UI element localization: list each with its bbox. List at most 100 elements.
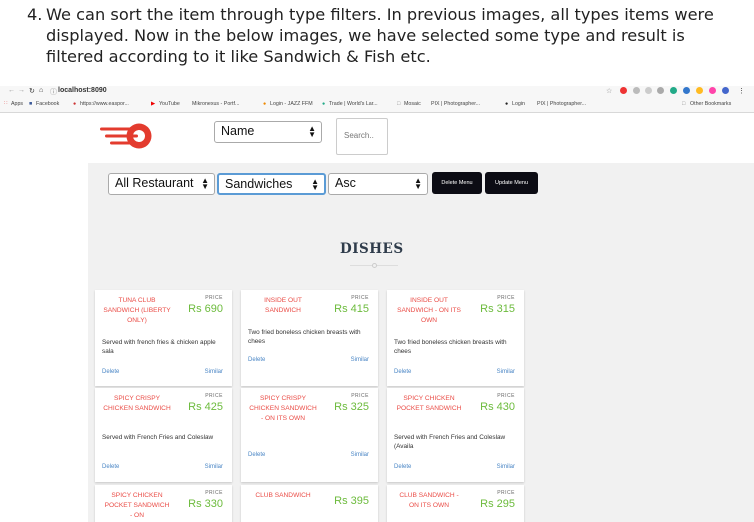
info-icon: ⓘ: [50, 89, 57, 96]
extension-icon[interactable]: [633, 87, 640, 94]
bookmark-item[interactable]: https://www.easpor...: [80, 101, 129, 107]
dish-price: Rs 395: [334, 495, 369, 507]
extension-icon[interactable]: [709, 87, 716, 94]
opera-icon[interactable]: [620, 87, 627, 94]
dish-name: SPICY CRISPY CHICKEN SANDWICH: [103, 395, 171, 412]
search-placeholder: Search..: [344, 131, 374, 140]
type-value: Sandwiches: [225, 177, 293, 191]
reload-icon[interactable]: ↻: [29, 87, 35, 95]
similar-link[interactable]: Similar: [497, 464, 515, 470]
dish-description: Served with French Fries and Coleslaw: [102, 434, 214, 441]
dish-name: CLUB SANDWICH: [255, 492, 311, 499]
dish-price: Rs 425: [188, 401, 223, 413]
update-menu-button[interactable]: Update Menu: [485, 172, 538, 194]
delete-link[interactable]: Delete: [102, 369, 119, 375]
extension-icon[interactable]: [722, 87, 729, 94]
page-icon: □: [397, 101, 401, 107]
price-label: PRICE: [351, 295, 369, 301]
dish-card: CLUB SANDWICH Rs 395: [241, 485, 378, 522]
extension-icon[interactable]: [645, 87, 652, 94]
sort-field-value: Name: [221, 124, 255, 138]
bookmark-item[interactable]: Login - JAZZ FFM: [270, 101, 313, 107]
dish-price: Rs 415: [334, 303, 369, 315]
logo-icon: [100, 123, 152, 149]
delete-link[interactable]: Delete: [102, 464, 119, 470]
dish-name: SPICY CHICKEN POCKET SANDWICH - ON: [104, 492, 170, 519]
star-icon[interactable]: ☆: [606, 87, 612, 95]
bookmark-item[interactable]: PIX | Photographer...: [431, 101, 480, 107]
extension-icon[interactable]: [683, 87, 690, 94]
top-bar: Name ▲ ▼ Search..: [88, 113, 754, 163]
bookmark-item[interactable]: Apps: [11, 101, 23, 107]
caption-text: We can sort the item through type filter…: [46, 5, 714, 66]
order-select[interactable]: Asc ▲ ▼: [328, 173, 428, 195]
select-arrows-icon: ▲ ▼: [414, 176, 422, 191]
site-icon: ●: [263, 101, 267, 107]
browser-chrome: ← → ↻ ⌂ ⓘ localhost:8090 ☆ ⋮ ∷ Apps ■ Fa…: [0, 86, 754, 113]
bookmark-item[interactable]: PIX | Photographer...: [537, 101, 586, 107]
delete-link[interactable]: Delete: [248, 357, 265, 363]
back-icon[interactable]: ←: [8, 87, 15, 94]
price-label: PRICE: [497, 393, 515, 399]
dish-card: CLUB SANDWICH - ON ITS OWN PRICE Rs 295: [387, 485, 524, 522]
dish-price: Rs 430: [480, 401, 515, 413]
delete-link[interactable]: Delete: [248, 452, 265, 458]
price-label: PRICE: [351, 393, 369, 399]
type-select[interactable]: Sandwiches ▲ ▼: [217, 173, 326, 195]
caption: 4. We can sort the item through type fil…: [27, 4, 742, 67]
sort-field-select[interactable]: Name ▲ ▼: [214, 121, 322, 143]
delete-menu-button[interactable]: Delete Menu: [432, 172, 482, 194]
dish-name: TUNA CLUB SANDWICH (LIBERTY ONLY): [103, 297, 171, 324]
order-value: Asc: [335, 176, 356, 190]
home-icon[interactable]: ⌂: [39, 87, 43, 94]
youtube-icon: ▶: [151, 101, 156, 107]
dish-description: Two fried boneless chicken breasts with …: [394, 339, 507, 355]
dish-price: Rs 295: [480, 498, 515, 510]
restaurant-select[interactable]: All Restaurant ▲ ▼: [108, 173, 215, 195]
apps-icon: ∷: [4, 101, 8, 107]
bookmark-item[interactable]: Facebook: [36, 101, 59, 107]
select-arrows-icon: ▲ ▼: [311, 177, 319, 192]
dish-card: SPICY CHICKEN POCKET SANDWICH PRICE Rs 4…: [387, 388, 524, 482]
menu-icon[interactable]: ⋮: [738, 87, 745, 95]
forward-icon[interactable]: →: [18, 87, 25, 94]
bookmark-item[interactable]: Mikronexus - Portf...: [192, 101, 239, 107]
extension-icon[interactable]: [696, 87, 703, 94]
similar-link[interactable]: Similar: [205, 464, 223, 470]
dish-price: Rs 690: [188, 303, 223, 315]
delete-link[interactable]: Delete: [394, 369, 411, 375]
similar-link[interactable]: Similar: [351, 357, 369, 363]
select-arrows-icon: ▲ ▼: [201, 176, 209, 191]
dish-card: SPICY CHICKEN POCKET SANDWICH - ON PRICE…: [95, 485, 232, 522]
dish-price: Rs 330: [188, 498, 223, 510]
price-label: PRICE: [497, 490, 515, 496]
delete-link[interactable]: Delete: [394, 464, 411, 470]
similar-link[interactable]: Similar: [351, 452, 369, 458]
restaurant-value: All Restaurant: [115, 176, 194, 190]
select-arrows-icon: ▲ ▼: [308, 124, 316, 139]
dish-description: Served with French Fries and Coleslaw (A…: [394, 434, 506, 450]
dish-card: TUNA CLUB SANDWICH (LIBERTY ONLY) PRICE …: [95, 290, 232, 386]
dish-name: SPICY CRISPY CHICKEN SANDWICH - ON ITS O…: [249, 395, 317, 422]
price-label: PRICE: [205, 490, 223, 496]
section-title: DISHES: [340, 241, 404, 257]
url-text[interactable]: localhost:8090: [58, 87, 107, 94]
dish-name: INSIDE OUT SANDWICH: [264, 297, 302, 314]
site-icon: ●: [505, 101, 509, 107]
title-divider: [350, 263, 398, 268]
app-page: Name ▲ ▼ Search.. All Restaurant ▲ ▼ Sandw…: [88, 113, 754, 522]
bookmark-item[interactable]: Login: [512, 101, 525, 107]
similar-link[interactable]: Similar: [205, 369, 223, 375]
caption-number: 4.: [27, 5, 43, 24]
bookmark-item[interactable]: YouTube: [159, 101, 180, 107]
bookmark-item[interactable]: Trade | World's Lar...: [329, 101, 378, 107]
search-input[interactable]: Search..: [336, 118, 388, 155]
extension-icon[interactable]: [657, 87, 664, 94]
price-label: PRICE: [205, 295, 223, 301]
bookmark-item[interactable]: Other Bookmarks: [690, 101, 731, 107]
dish-description: Two fried boneless chicken breasts with …: [248, 329, 361, 345]
bookmark-item[interactable]: Mosaic: [404, 101, 421, 107]
dish-name: SPICY CHICKEN POCKET SANDWICH: [396, 395, 462, 412]
extension-icon[interactable]: [670, 87, 677, 94]
similar-link[interactable]: Similar: [497, 369, 515, 375]
